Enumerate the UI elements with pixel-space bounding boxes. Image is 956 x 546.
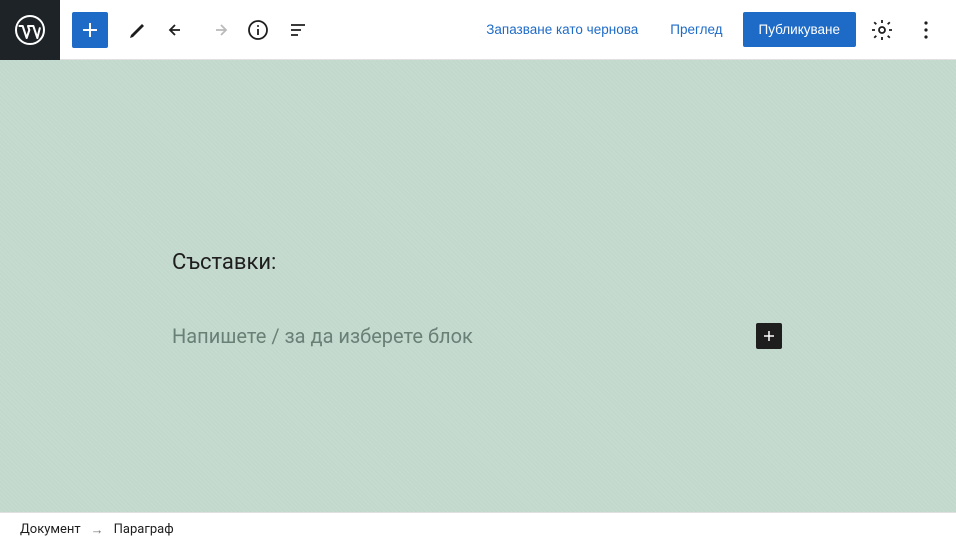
paragraph-placeholder: Напишете / за да изберете блок xyxy=(172,324,473,348)
breadcrumb: Документ → Параграф xyxy=(0,512,956,546)
preview-button[interactable]: Преглед xyxy=(658,14,734,45)
redo-icon xyxy=(206,18,230,42)
settings-button[interactable] xyxy=(864,12,900,48)
editor-canvas[interactable]: Съставки: Напишете / за да изберете блок xyxy=(0,60,956,512)
pencil-icon xyxy=(126,18,150,42)
editor-topbar: Запазване като чернова Преглед Публикува… xyxy=(0,0,956,60)
plus-icon xyxy=(78,18,102,42)
wordpress-logo[interactable] xyxy=(0,0,60,60)
arrow-right-icon: → xyxy=(91,522,104,538)
more-vertical-icon xyxy=(914,18,938,42)
list-icon xyxy=(286,18,310,42)
wordpress-icon xyxy=(14,14,46,46)
redo-button[interactable] xyxy=(200,12,236,48)
paragraph-block[interactable]: Напишете / за да изберете блок xyxy=(172,323,782,349)
heading-block[interactable]: Съставки: xyxy=(172,250,782,275)
save-draft-button[interactable]: Запазване като чернова xyxy=(474,14,650,45)
tools-button[interactable] xyxy=(120,12,156,48)
insert-block-button[interactable] xyxy=(756,323,782,349)
gear-icon xyxy=(870,18,894,42)
publish-button[interactable]: Публикуване xyxy=(743,12,856,47)
breadcrumb-root[interactable]: Документ xyxy=(20,522,81,537)
topbar-left xyxy=(0,0,316,59)
toolbar-group xyxy=(60,12,316,48)
info-button[interactable] xyxy=(240,12,276,48)
undo-icon xyxy=(166,18,190,42)
topbar-right: Запазване като чернова Преглед Публикува… xyxy=(474,12,956,48)
content-area: Съставки: Напишете / за да изберете блок xyxy=(172,250,782,349)
undo-button[interactable] xyxy=(160,12,196,48)
add-block-button[interactable] xyxy=(72,12,108,48)
plus-icon xyxy=(759,326,779,346)
more-options-button[interactable] xyxy=(908,12,944,48)
outline-button[interactable] xyxy=(280,12,316,48)
breadcrumb-current[interactable]: Параграф xyxy=(114,522,174,537)
info-icon xyxy=(246,18,270,42)
